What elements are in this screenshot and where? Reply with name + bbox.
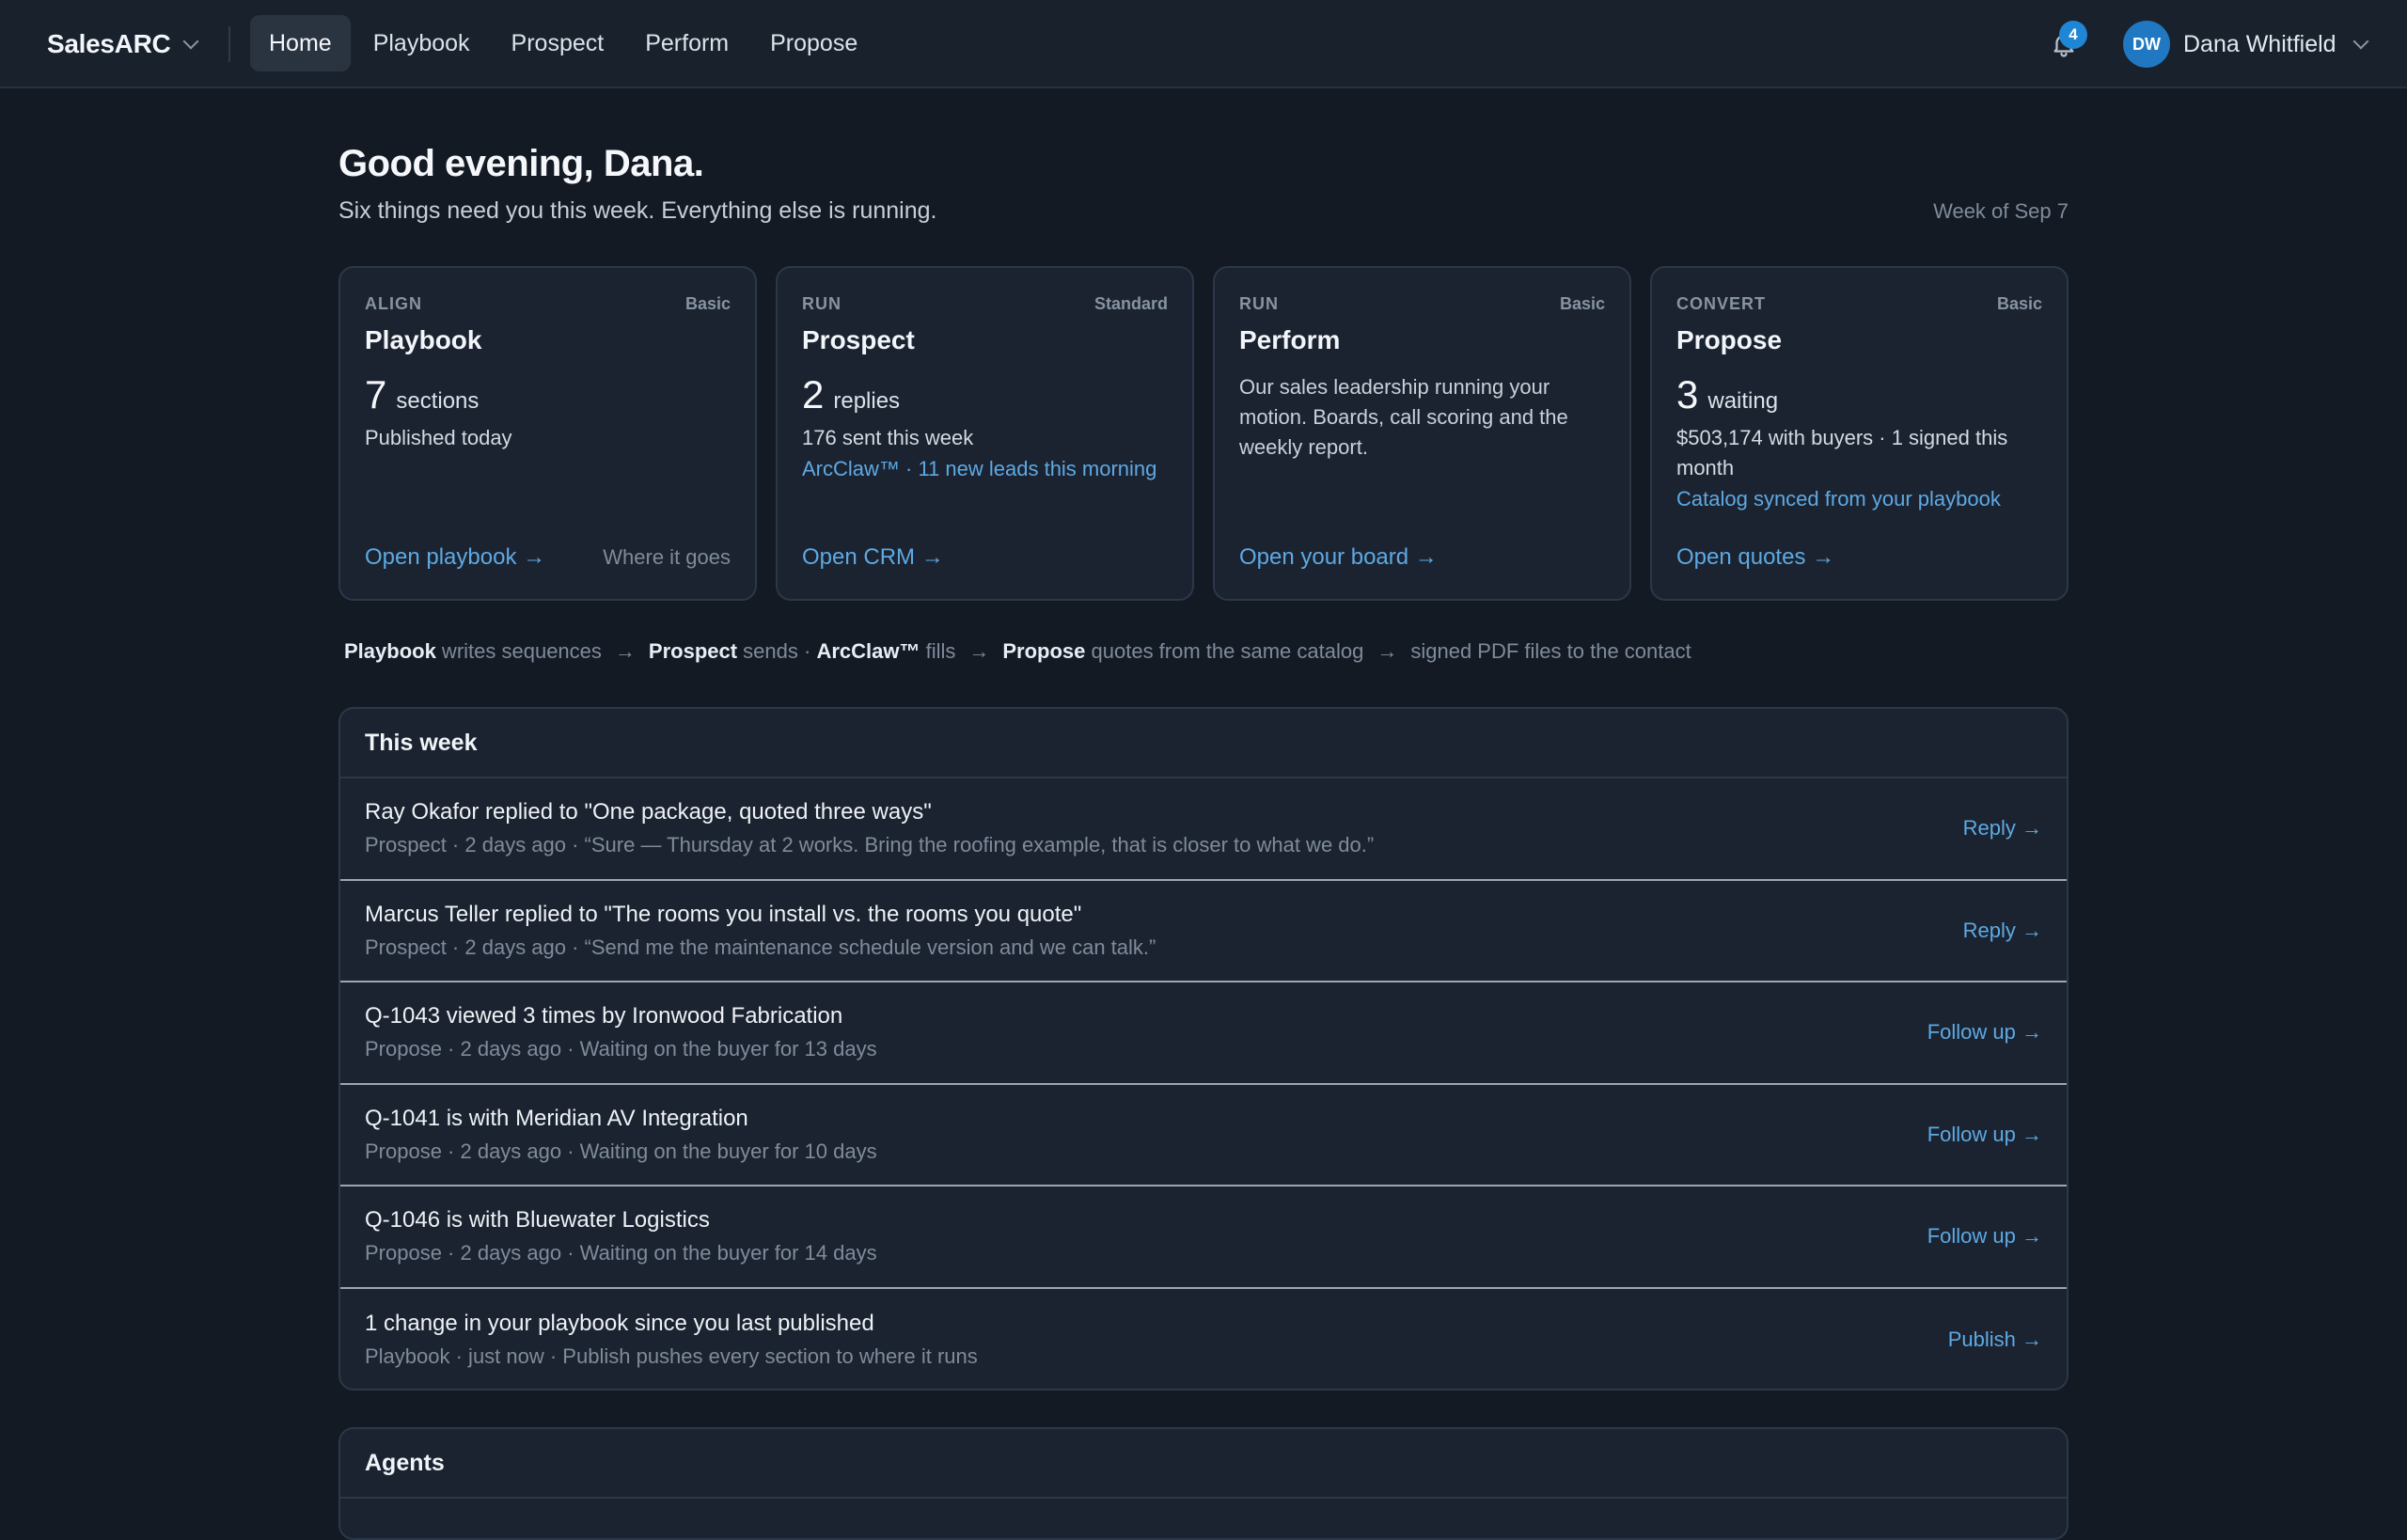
card-metric-unit: waiting xyxy=(1707,388,1779,414)
main-nav: Home Playbook Prospect Perform Propose xyxy=(250,15,876,71)
flow-playbook: Playbook xyxy=(344,639,436,663)
card-tier: Basic xyxy=(1996,294,2042,313)
this-week-panel: This week Ray Okafor replied to "One pac… xyxy=(338,707,2069,1391)
list-item: Ray Okafor replied to "One package, quot… xyxy=(340,778,2067,881)
brand-switcher[interactable]: SalesARC xyxy=(47,0,199,88)
item-title: 1 change in your playbook since you last… xyxy=(365,1310,874,1336)
notification-count-badge: 4 xyxy=(2059,21,2087,49)
arrow-right-icon: → xyxy=(1377,639,1398,663)
item-title: Marcus Teller replied to "The rooms you … xyxy=(365,901,1082,927)
card-prospect: RUN Standard Prospect 2 replies 176 sent… xyxy=(776,266,1194,601)
agents-panel: Agents xyxy=(338,1427,2069,1540)
follow-up-button[interactable]: Follow up → xyxy=(1927,1123,2042,1147)
card-tier: Standard xyxy=(1093,294,1168,313)
flow-text: sends · xyxy=(737,639,817,663)
brand-name: SalesARC xyxy=(47,29,171,58)
nav-home[interactable]: Home xyxy=(250,15,351,71)
flow-prospect: Prospect xyxy=(648,639,738,663)
flow-text: quotes from the same catalog xyxy=(1085,639,1364,663)
publish-button[interactable]: Publish → xyxy=(1948,1328,2042,1352)
catalog-synced-link[interactable]: Catalog synced from your playbook xyxy=(1676,487,2042,511)
top-navigation-bar: SalesARC Home Playbook Prospect Perform … xyxy=(0,0,2407,88)
card-tier: Basic xyxy=(1559,294,1605,313)
open-board-link[interactable]: Open your board → xyxy=(1239,544,1438,571)
product-cards: ALIGN Basic Playbook 7 sections Publishe… xyxy=(338,266,2069,601)
card-kicker: RUN xyxy=(1239,294,1279,313)
chevron-down-icon xyxy=(182,33,199,50)
card-playbook: ALIGN Basic Playbook 7 sections Publishe… xyxy=(338,266,757,601)
user-name: Dana Whitfield xyxy=(2183,30,2336,57)
arcclaw-leads-link[interactable]: ArcClaw™ · 11 new leads this morning xyxy=(802,457,1168,481)
card-status: $503,174 with buyers · 1 signed this mon… xyxy=(1676,426,2008,479)
panel-title: Agents xyxy=(340,1429,2067,1499)
follow-up-button[interactable]: Follow up → xyxy=(1927,1224,2042,1249)
card-status: Published today xyxy=(365,426,512,449)
card-tier: Basic xyxy=(684,294,731,313)
card-kicker: CONVERT xyxy=(1676,294,1767,313)
reply-button[interactable]: Reply → xyxy=(1963,816,2042,841)
item-meta: Prospect · 2 days ago · “Send me the mai… xyxy=(365,935,1156,959)
card-kicker: RUN xyxy=(802,294,842,313)
workflow-summary: Playbook writes sequences → Prospect sen… xyxy=(344,639,1691,664)
nav-perform[interactable]: Perform xyxy=(626,15,747,71)
card-title: Perform xyxy=(1239,325,1341,354)
card-kicker: ALIGN xyxy=(365,294,422,313)
list-item: Q-1041 is with Meridian AV Integration P… xyxy=(340,1085,2067,1186)
flow-text: signed PDF files to the contact xyxy=(1410,639,1691,663)
user-menu[interactable]: DW Dana Whitfield xyxy=(2123,19,2369,70)
card-description: Our sales leadership running your motion… xyxy=(1239,375,1568,459)
item-meta: Prospect · 2 days ago · “Sure — Thursday… xyxy=(365,833,1375,857)
flow-propose: Propose xyxy=(1002,639,1086,663)
page-greeting: Good evening, Dana. xyxy=(338,143,704,184)
follow-up-button[interactable]: Follow up → xyxy=(1927,1020,2042,1045)
open-playbook-link[interactable]: Open playbook → xyxy=(365,544,545,571)
card-title: Propose xyxy=(1676,325,1783,354)
arrow-right-icon: → xyxy=(614,639,636,663)
item-title: Ray Okafor replied to "One package, quot… xyxy=(365,799,932,825)
card-metric-unit: sections xyxy=(396,388,480,414)
flow-arcclaw: ArcClaw™ xyxy=(816,639,920,663)
card-metric-value: 2 xyxy=(802,372,825,416)
nav-divider xyxy=(228,26,230,62)
item-title: Q-1041 is with Meridian AV Integration xyxy=(365,1105,748,1131)
open-crm-link[interactable]: Open CRM → xyxy=(802,544,944,571)
nav-propose[interactable]: Propose xyxy=(751,15,876,71)
card-status: 176 sent this week xyxy=(802,426,974,449)
item-title: Q-1043 viewed 3 times by Ironwood Fabric… xyxy=(365,1003,843,1029)
open-quotes-link[interactable]: Open quotes → xyxy=(1676,544,1834,571)
page-subtitle: Six things need you this week. Everythin… xyxy=(338,197,937,224)
list-item: Marcus Teller replied to "The rooms you … xyxy=(340,881,2067,982)
card-metric-value: 7 xyxy=(365,372,387,416)
reply-button[interactable]: Reply → xyxy=(1963,919,2042,943)
nav-prospect[interactable]: Prospect xyxy=(493,15,623,71)
item-title: Q-1046 is with Bluewater Logistics xyxy=(365,1207,710,1234)
arrow-right-icon: → xyxy=(968,639,990,663)
item-meta: Playbook · just now · Publish pushes eve… xyxy=(365,1344,978,1368)
panel-title: This week xyxy=(340,709,2067,778)
item-meta: Propose · 2 days ago · Waiting on the bu… xyxy=(365,1139,877,1163)
card-title: Playbook xyxy=(365,325,482,354)
list-item: Q-1046 is with Bluewater Logistics Propo… xyxy=(340,1186,2067,1289)
item-meta: Propose · 2 days ago · Waiting on the bu… xyxy=(365,1241,877,1265)
card-perform: RUN Basic Perform Our sales leadership r… xyxy=(1213,266,1631,601)
card-propose: CONVERT Basic Propose 3 waiting $503,174… xyxy=(1650,266,2069,601)
nav-playbook[interactable]: Playbook xyxy=(354,15,489,71)
week-label: Week of Sep 7 xyxy=(1933,199,2069,223)
list-item: Q-1043 viewed 3 times by Ironwood Fabric… xyxy=(340,982,2067,1085)
card-title: Prospect xyxy=(802,325,915,354)
list-item: 1 change in your playbook since you last… xyxy=(340,1289,2067,1390)
item-meta: Propose · 2 days ago · Waiting on the bu… xyxy=(365,1037,877,1061)
where-it-goes-link[interactable]: Where it goes xyxy=(603,545,731,570)
avatar: DW xyxy=(2123,21,2170,68)
card-metric-value: 3 xyxy=(1676,372,1699,416)
flow-text: writes sequences xyxy=(435,639,602,663)
card-metric-unit: replies xyxy=(833,388,901,414)
flow-text: fills xyxy=(920,639,956,663)
chevron-down-icon xyxy=(2352,33,2369,50)
